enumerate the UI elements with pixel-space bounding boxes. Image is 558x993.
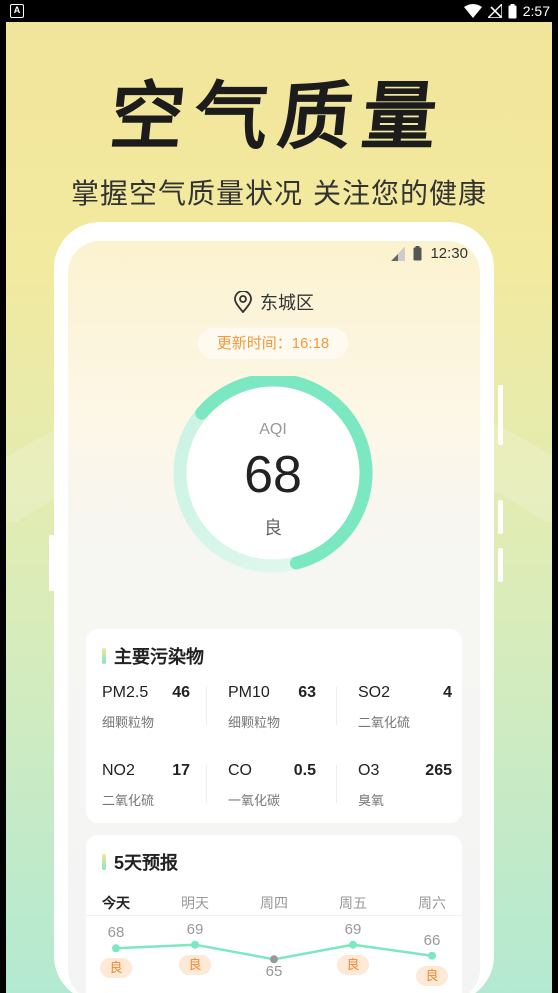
column-divider <box>336 765 337 803</box>
forecast-level-badge: 良 <box>100 958 132 979</box>
forecast-level-badge: 良 <box>179 954 211 975</box>
forecast-point <box>428 951 436 960</box>
signal-off-icon <box>487 4 502 18</box>
phone-side-button <box>498 385 503 445</box>
aqi-label: AQI <box>259 421 287 438</box>
pollutant-desc: 细颗粒物 <box>102 715 155 730</box>
forecast-day-label[interactable]: 周六 <box>402 893 462 913</box>
pollutant-name: O3 <box>358 762 380 779</box>
aqi-value: 68 <box>244 446 302 504</box>
pollutant-name: NO2 <box>102 762 135 779</box>
pollutant-name: CO <box>228 762 252 779</box>
update-time-badge: 更新时间：16:18 <box>198 328 348 359</box>
forecast-day-label[interactable]: 今天 <box>86 893 146 913</box>
battery-icon <box>508 3 517 18</box>
forecast-day-label[interactable]: 周五 <box>323 893 383 913</box>
pollutants-title: 主要污染物 <box>102 643 204 669</box>
pollutant-desc: 一氧化碳 <box>228 793 281 808</box>
forecast-card: 5天预报 今天 68 良明天 69 良周四 65 周五 69 良周六 66 良 <box>86 835 462 993</box>
phone-side-button <box>498 500 503 534</box>
pollutants-title-text: 主要污染物 <box>114 647 204 667</box>
pollutant-item: PM2.5 46 细颗粒物 <box>102 684 190 744</box>
battery-icon <box>413 246 422 261</box>
forecast-point <box>270 955 278 964</box>
pollutant-desc: 细颗粒物 <box>228 715 281 730</box>
pollutant-name: SO2 <box>358 684 391 701</box>
forecast-day-label[interactable]: 明天 <box>165 893 225 913</box>
pollutants-card: 主要污染物 PM2.5 46 细颗粒物 PM10 63 细颗粒物 SO2 4 二氧化硫 NO2 17… <box>86 629 462 823</box>
pollutant-desc: 二氧化硫 <box>102 793 155 808</box>
forecast-point <box>191 940 199 949</box>
location-name: 东城区 <box>260 293 314 313</box>
screen-time: 12:30 <box>430 245 468 262</box>
wifi-icon <box>463 4 482 18</box>
pollutant-name: PM10 <box>228 684 270 701</box>
pollutant-value: 17 <box>172 762 190 779</box>
column-divider <box>206 765 207 803</box>
phone-side-button <box>49 535 54 591</box>
pollutant-desc: 臭氧 <box>358 793 385 808</box>
app-notification-icon: A <box>10 4 24 18</box>
column-divider <box>206 687 207 725</box>
forecast-point <box>349 940 357 949</box>
location-pin-icon <box>234 291 252 313</box>
pollutant-item: O3 265 臭氧 <box>358 762 452 822</box>
pollutant-name: PM2.5 <box>102 684 149 701</box>
forecast-aqi-value: 69 <box>344 920 362 938</box>
pollutant-value: 46 <box>172 684 190 701</box>
pollutant-value: 0.5 <box>293 762 316 779</box>
pollutant-value: 4 <box>443 684 452 701</box>
forecast-aqi-value: 68 <box>107 924 125 942</box>
hero-title: 空气质量 <box>105 74 451 160</box>
pollutant-item: SO2 4 二氧化硫 <box>358 684 452 744</box>
column-divider <box>336 687 337 725</box>
status-time: 2:57 <box>522 3 550 19</box>
forecast-level-badge: 良 <box>337 954 369 975</box>
phone-side-button <box>498 548 503 582</box>
screen-status-bar: 12:30 <box>391 245 468 262</box>
app-screen: 12:30 东城区 更新时间：16:18 AQI 68 良 主要污染物 PM2.… <box>68 241 480 993</box>
signal-icon <box>391 246 406 261</box>
pollutant-item: PM10 63 细颗粒物 <box>228 684 316 744</box>
forecast-aqi-value: 66 <box>423 931 441 949</box>
pollutant-desc: 二氧化硫 <box>358 715 411 730</box>
system-status-bar: A 2:57 <box>0 0 558 22</box>
aqi-level: 良 <box>264 518 282 539</box>
location-selector[interactable]: 东城区 <box>68 289 480 315</box>
pollutant-item: NO2 17 二氧化硫 <box>102 762 190 822</box>
forecast-aqi-value: 69 <box>186 920 204 938</box>
pollutant-value: 265 <box>425 762 452 779</box>
forecast-day-label[interactable]: 周四 <box>244 893 304 913</box>
forecast-level-badge: 良 <box>416 965 448 986</box>
aqi-gauge: AQI 68 良 <box>173 376 373 573</box>
pollutant-item: CO 0.5 一氧化碳 <box>228 762 316 822</box>
hero-subtitle: 掌握空气质量状况 关注您的健康 <box>71 177 487 210</box>
forecast-aqi-value: 65 <box>265 963 283 981</box>
forecast-point <box>112 944 120 953</box>
title-accent-bar <box>102 648 106 664</box>
pollutant-value: 63 <box>298 684 316 701</box>
